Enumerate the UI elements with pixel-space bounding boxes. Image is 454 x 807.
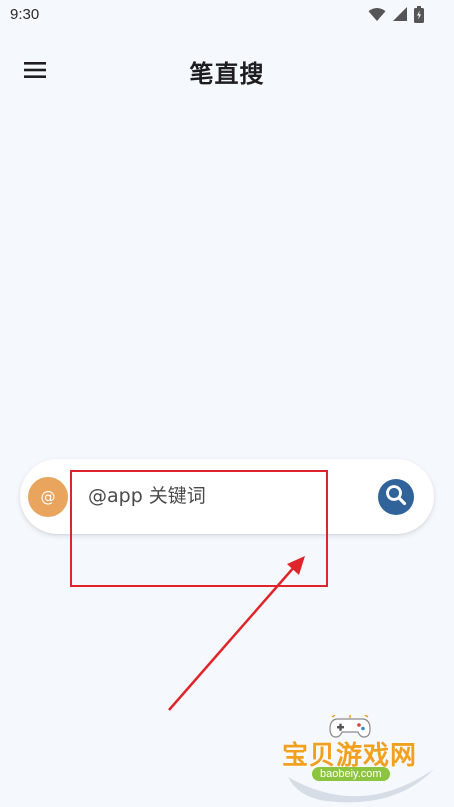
watermark-logo: 宝贝游戏网 baobeiy.com xyxy=(270,714,454,807)
app-bar: 笔直搜 xyxy=(0,40,454,104)
annotation-arrow xyxy=(168,556,305,711)
app-selector-button[interactable]: @ xyxy=(28,477,68,517)
search-bar: @ xyxy=(20,459,434,534)
search-button[interactable] xyxy=(378,479,414,515)
signal-icon xyxy=(392,7,408,26)
page-title: 笔直搜 xyxy=(189,60,265,88)
status-bar: 9:30 xyxy=(0,0,454,30)
battery-icon xyxy=(414,6,424,27)
watermark-url: baobeiy.com xyxy=(312,767,390,781)
search-input[interactable] xyxy=(88,479,368,513)
status-icons xyxy=(368,6,424,27)
wifi-icon xyxy=(368,7,386,26)
at-sign-icon: @ xyxy=(40,487,56,506)
search-icon xyxy=(384,483,408,511)
status-time: 9:30 xyxy=(10,6,40,23)
